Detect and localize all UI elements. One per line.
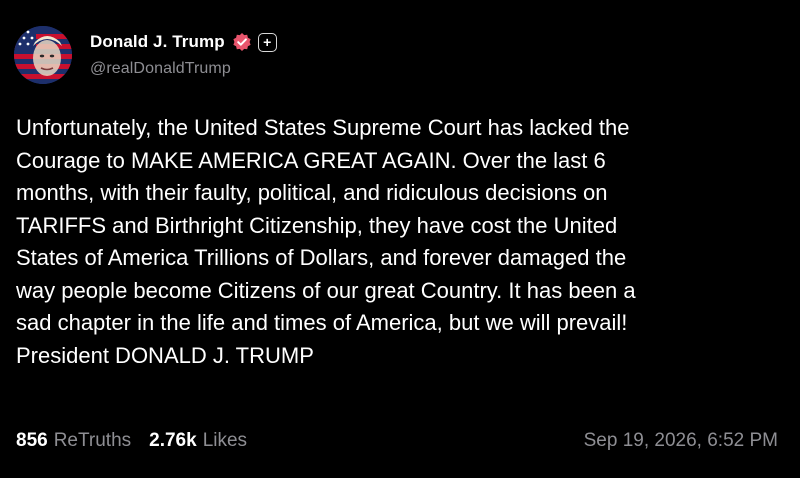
post-card: Donald J. Trump + @realDonaldTrump Unfor… [0,0,800,478]
likes-label: Likes [202,430,248,451]
plus-badge-icon: + [257,32,277,52]
name-row: Donald J. Trump + [90,30,277,54]
author-identity: Donald J. Trump + @realDonaldTrump [90,30,277,78]
display-name[interactable]: Donald J. Trump [90,32,225,52]
avatar[interactable] [14,26,72,84]
user-handle[interactable]: @realDonaldTrump [90,60,277,78]
retruths-count: 856 [16,430,48,451]
retruths-label: ReTruths [53,430,132,451]
post-header: Donald J. Trump + @realDonaldTrump [14,26,277,84]
verified-badge-icon [232,32,252,52]
post-timestamp[interactable]: Sep 19, 2026, 6:52 PM [584,430,778,452]
post-text: Unfortunately, the United States Supreme… [16,115,636,368]
post-footer: 856 ReTruths 2.76k Likes Sep 19, 2026, 6… [16,430,778,452]
likes-stat[interactable]: 2.76k Likes [149,430,247,452]
avatar-image [14,26,72,84]
likes-count: 2.76k [149,430,197,451]
retruths-stat[interactable]: 856 ReTruths [16,430,131,452]
